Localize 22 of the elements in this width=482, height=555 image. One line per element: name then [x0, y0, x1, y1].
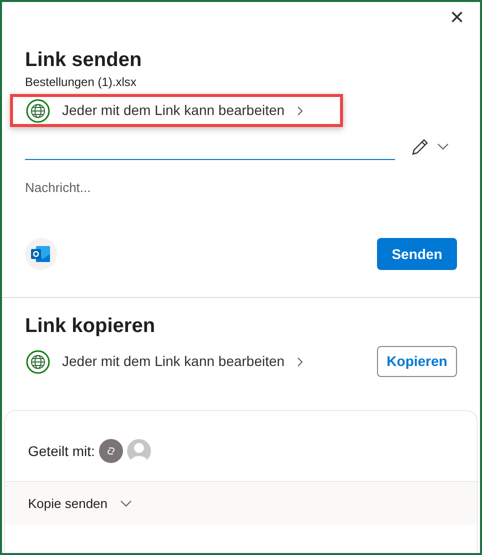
globe-icon [26, 98, 50, 122]
send-copy-button[interactable]: Kopie senden [28, 494, 132, 514]
dialog-title: Link senden [25, 48, 143, 73]
outlook-icon[interactable] [25, 238, 57, 270]
chevron-right-icon [296, 356, 303, 366]
permission-row[interactable]: Jeder mit dem Link kann bearbeiten [10, 345, 343, 378]
send-button[interactable]: Senden [377, 238, 457, 270]
close-button[interactable]: × [450, 6, 464, 30]
globe-icon [26, 350, 50, 374]
chevron-down-icon[interactable] [437, 143, 449, 151]
message-field[interactable]: Nachricht... [25, 178, 457, 228]
shared-with-label: Geteilt mit: [28, 442, 95, 460]
chevron-down-icon [120, 500, 132, 508]
permission-text: Jeder mit dem Link kann bearbeiten [62, 101, 285, 120]
link-avatar[interactable] [98, 439, 123, 463]
chevron-right-icon [296, 106, 303, 116]
copy-button[interactable]: Kopieren [377, 346, 457, 377]
pencil-icon[interactable] [411, 138, 429, 156]
permission-text: Jeder mit dem Link kann bearbeiten [62, 352, 285, 371]
permission-row[interactable]: Jeder mit dem Link kann bearbeiten [10, 94, 343, 127]
file-name: Bestellungen (1).xlsx [25, 74, 138, 91]
section-title: Link kopieren [25, 314, 156, 339]
